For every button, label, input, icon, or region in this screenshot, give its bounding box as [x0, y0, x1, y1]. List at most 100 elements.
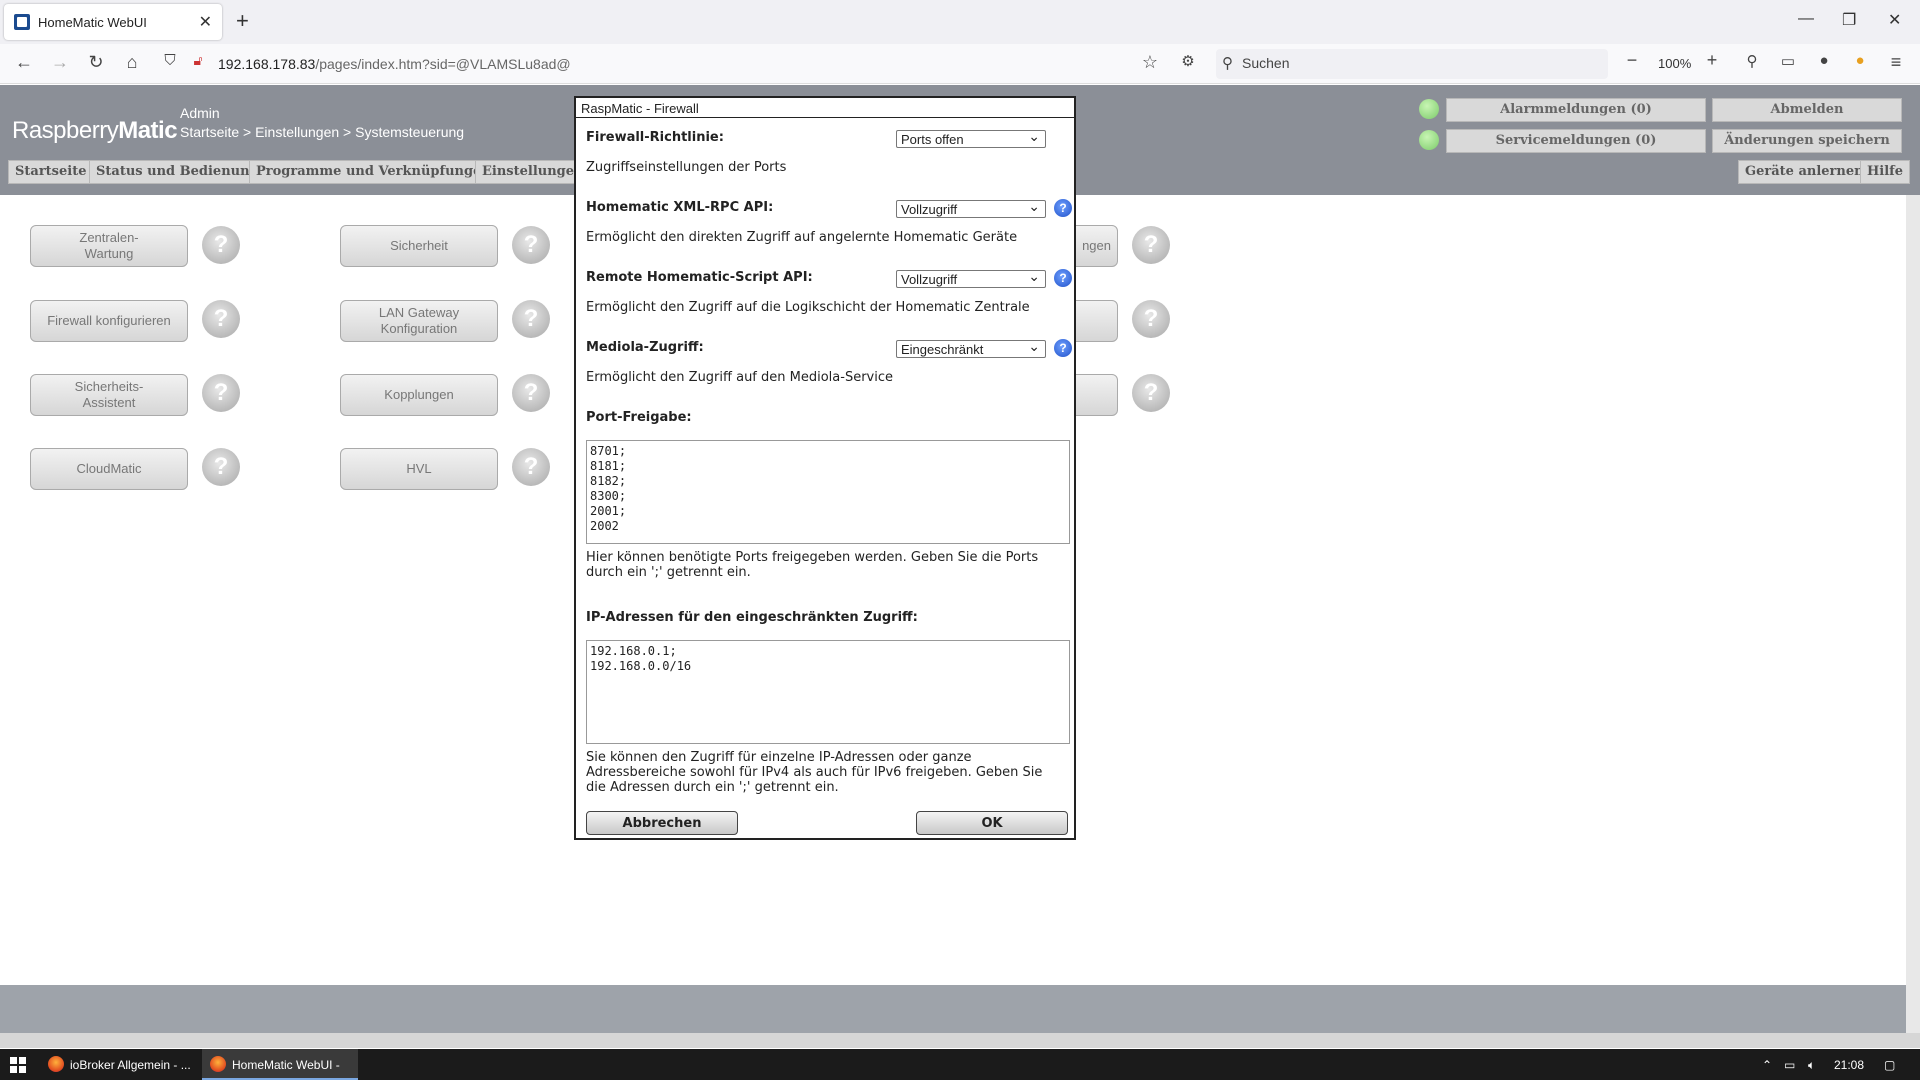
security-assistant-tile[interactable]: Sicherheits- Assistent	[30, 374, 188, 416]
shield-icon[interactable]: ⛉	[158, 52, 182, 69]
help-icon[interactable]: ?	[1132, 226, 1170, 264]
tile-label: Kopplungen	[384, 387, 454, 402]
browser-tab[interactable]: HomeMatic WebUI ✕	[4, 4, 222, 40]
close-window-icon[interactable]: ✕	[1888, 10, 1901, 30]
horizontal-scrollbar[interactable]	[0, 1033, 1920, 1048]
learn-devices-button[interactable]: Geräte anlernen	[1738, 160, 1871, 184]
help-icon[interactable]: ?	[512, 226, 550, 264]
taskbar: ioBroker Allgemein - ... HomeMatic WebUI…	[0, 1049, 1920, 1086]
help-icon[interactable]: ?	[202, 226, 240, 264]
ip-textarea[interactable]: 192.168.0.1; 192.168.0.0/16	[586, 640, 1070, 744]
ports-description: Hier können benötigte Ports freigegeben …	[586, 550, 1039, 580]
help-icon[interactable]: ?	[512, 374, 550, 412]
zoom-in-icon[interactable]: +	[1700, 50, 1724, 71]
browser-navbar: ← → ↻ ⌂ ⛉ 🔓︎ 192.168.178.83/pages/index.…	[0, 44, 1920, 84]
zoom-out-icon[interactable]: −	[1620, 50, 1644, 71]
help-icon[interactable]: ?	[202, 300, 240, 338]
ports-textarea[interactable]: 8701; 8181; 8182; 8300; 2001; 2002	[586, 440, 1070, 544]
ports-label: Port-Freigabe:	[586, 410, 692, 425]
question-icon[interactable]: ?	[1054, 199, 1072, 217]
logout-button[interactable]: Abmelden	[1712, 98, 1902, 122]
help-icon[interactable]: ?	[202, 448, 240, 486]
browser-tabstrip: HomeMatic WebUI ✕ + — ❐ ✕	[0, 0, 1920, 44]
cloudmatic-tile[interactable]: CloudMatic	[30, 448, 188, 490]
taskbar-iobroker[interactable]: ioBroker Allgemein - ...	[40, 1049, 202, 1080]
help-button[interactable]: Hilfe	[1860, 160, 1911, 184]
firewall-config-tile[interactable]: Firewall konfigurieren	[30, 300, 188, 342]
help-icon[interactable]: ?	[1132, 374, 1170, 412]
search-placeholder: Suchen	[1242, 55, 1290, 71]
homematic-favicon	[14, 14, 30, 30]
central-maintenance-tile[interactable]: Zentralen- Wartung	[30, 225, 188, 267]
firefox-icon	[210, 1056, 226, 1072]
script-api-label: Remote Homematic-Script API:	[586, 270, 813, 285]
address-bar[interactable]: 192.168.178.83/pages/index.htm?sid=@VLAM…	[218, 56, 571, 72]
windows-start-icon[interactable]	[10, 1057, 26, 1073]
zoom-level[interactable]: 100%	[1658, 56, 1691, 71]
home-icon[interactable]: ⌂	[120, 52, 144, 73]
restore-icon[interactable]: ❐	[1842, 10, 1856, 30]
question-icon[interactable]: ?	[1054, 269, 1072, 287]
save-changes-button[interactable]: Änderungen speichern	[1712, 129, 1902, 153]
taskbar-homematic[interactable]: HomeMatic WebUI - ...	[202, 1049, 358, 1086]
bookmark-star-icon[interactable]: ☆	[1138, 52, 1162, 73]
tile-label: ngen	[1082, 238, 1111, 253]
tile-label: Sicherheit	[390, 238, 448, 253]
question-icon[interactable]: ?	[1054, 339, 1072, 357]
extension-icon[interactable]: ⚙	[1176, 52, 1200, 70]
xmlrpc-select[interactable]: Vollzugriff	[896, 198, 1046, 218]
user-name: Admin	[180, 105, 220, 121]
url-host: 192.168.178.83	[218, 56, 316, 72]
alarm-messages-button[interactable]: Alarmmeldungen (0)	[1446, 98, 1706, 122]
minimize-icon[interactable]: —	[1798, 10, 1814, 28]
find-icon[interactable]: ⚲	[1740, 52, 1764, 70]
search-icon: ⚲	[1222, 55, 1233, 72]
alarm-status-led	[1419, 99, 1439, 119]
script-api-select[interactable]: Vollzugriff	[896, 268, 1046, 288]
script-api-description: Ermöglicht den Zugriff auf die Logikschi…	[586, 300, 1030, 315]
tab-title: HomeMatic WebUI	[38, 14, 147, 30]
security-tile[interactable]: Sicherheit	[340, 225, 498, 267]
volume-icon[interactable]: 🔈︎	[1808, 1058, 1815, 1073]
vertical-scrollbar[interactable]	[1906, 195, 1920, 1033]
close-tab-icon[interactable]: ✕	[199, 12, 212, 32]
reload-icon[interactable]: ↻	[84, 52, 108, 73]
help-icon[interactable]: ?	[202, 374, 240, 412]
menu-programs[interactable]: Programme und Verknüpfungen	[249, 160, 498, 184]
hvl-tile[interactable]: HVL	[340, 448, 498, 490]
cookie-icon[interactable]: ●	[1812, 52, 1836, 69]
network-icon[interactable]: ▭	[1784, 1058, 1795, 1072]
addon-icon[interactable]: ●	[1848, 52, 1872, 69]
mediola-description: Ermöglicht den Zugriff auf den Mediola-S…	[586, 370, 893, 385]
policy-select[interactable]: Ports offen	[896, 128, 1046, 148]
kopplungen-tile[interactable]: Kopplungen	[340, 374, 498, 416]
tile-label: LAN Gateway Konfiguration	[378, 305, 460, 336]
tray-chevron-icon[interactable]: ⌃	[1762, 1058, 1772, 1072]
search-field[interactable]: ⚲ Suchen	[1216, 49, 1608, 79]
mediola-label: Mediola-Zugriff:	[586, 340, 704, 355]
firewall-dialog: RaspMatic - Firewall Firewall-Richtlinie…	[574, 96, 1076, 840]
folder-icon[interactable]: ▭	[1776, 52, 1800, 70]
url-path: /pages/index.htm?sid=@VLAMSLu8ad@	[315, 56, 571, 72]
mediola-select[interactable]: Eingeschränkt	[896, 338, 1046, 358]
service-messages-button[interactable]: Servicemeldungen (0)	[1446, 129, 1706, 153]
new-tab-icon[interactable]: +	[236, 10, 249, 32]
firefox-icon	[48, 1056, 64, 1072]
help-icon[interactable]: ?	[512, 300, 550, 338]
insecure-lock-icon[interactable]: 🔓︎	[186, 52, 210, 69]
clock[interactable]: 21:08	[1834, 1058, 1864, 1072]
tile-label: Sicherheits- Assistent	[74, 379, 144, 410]
cancel-button[interactable]: Abbrechen	[586, 811, 738, 835]
service-status-led	[1419, 130, 1439, 150]
forward-icon[interactable]: →	[48, 52, 72, 73]
help-icon[interactable]: ?	[512, 448, 550, 486]
menu-status[interactable]: Status und Bedienung	[89, 160, 266, 184]
ok-button[interactable]: OK	[916, 811, 1068, 835]
menu-startseite[interactable]: Startseite	[8, 160, 94, 184]
back-icon[interactable]: ←	[12, 52, 36, 73]
lan-gateway-tile[interactable]: LAN Gateway Konfiguration	[340, 300, 498, 342]
notifications-icon[interactable]: ▢	[1884, 1058, 1895, 1072]
help-icon[interactable]: ?	[1132, 300, 1170, 338]
raspberrymatic-logo: RaspberryMatic	[12, 117, 178, 144]
menu-icon[interactable]: ≡	[1884, 52, 1908, 73]
